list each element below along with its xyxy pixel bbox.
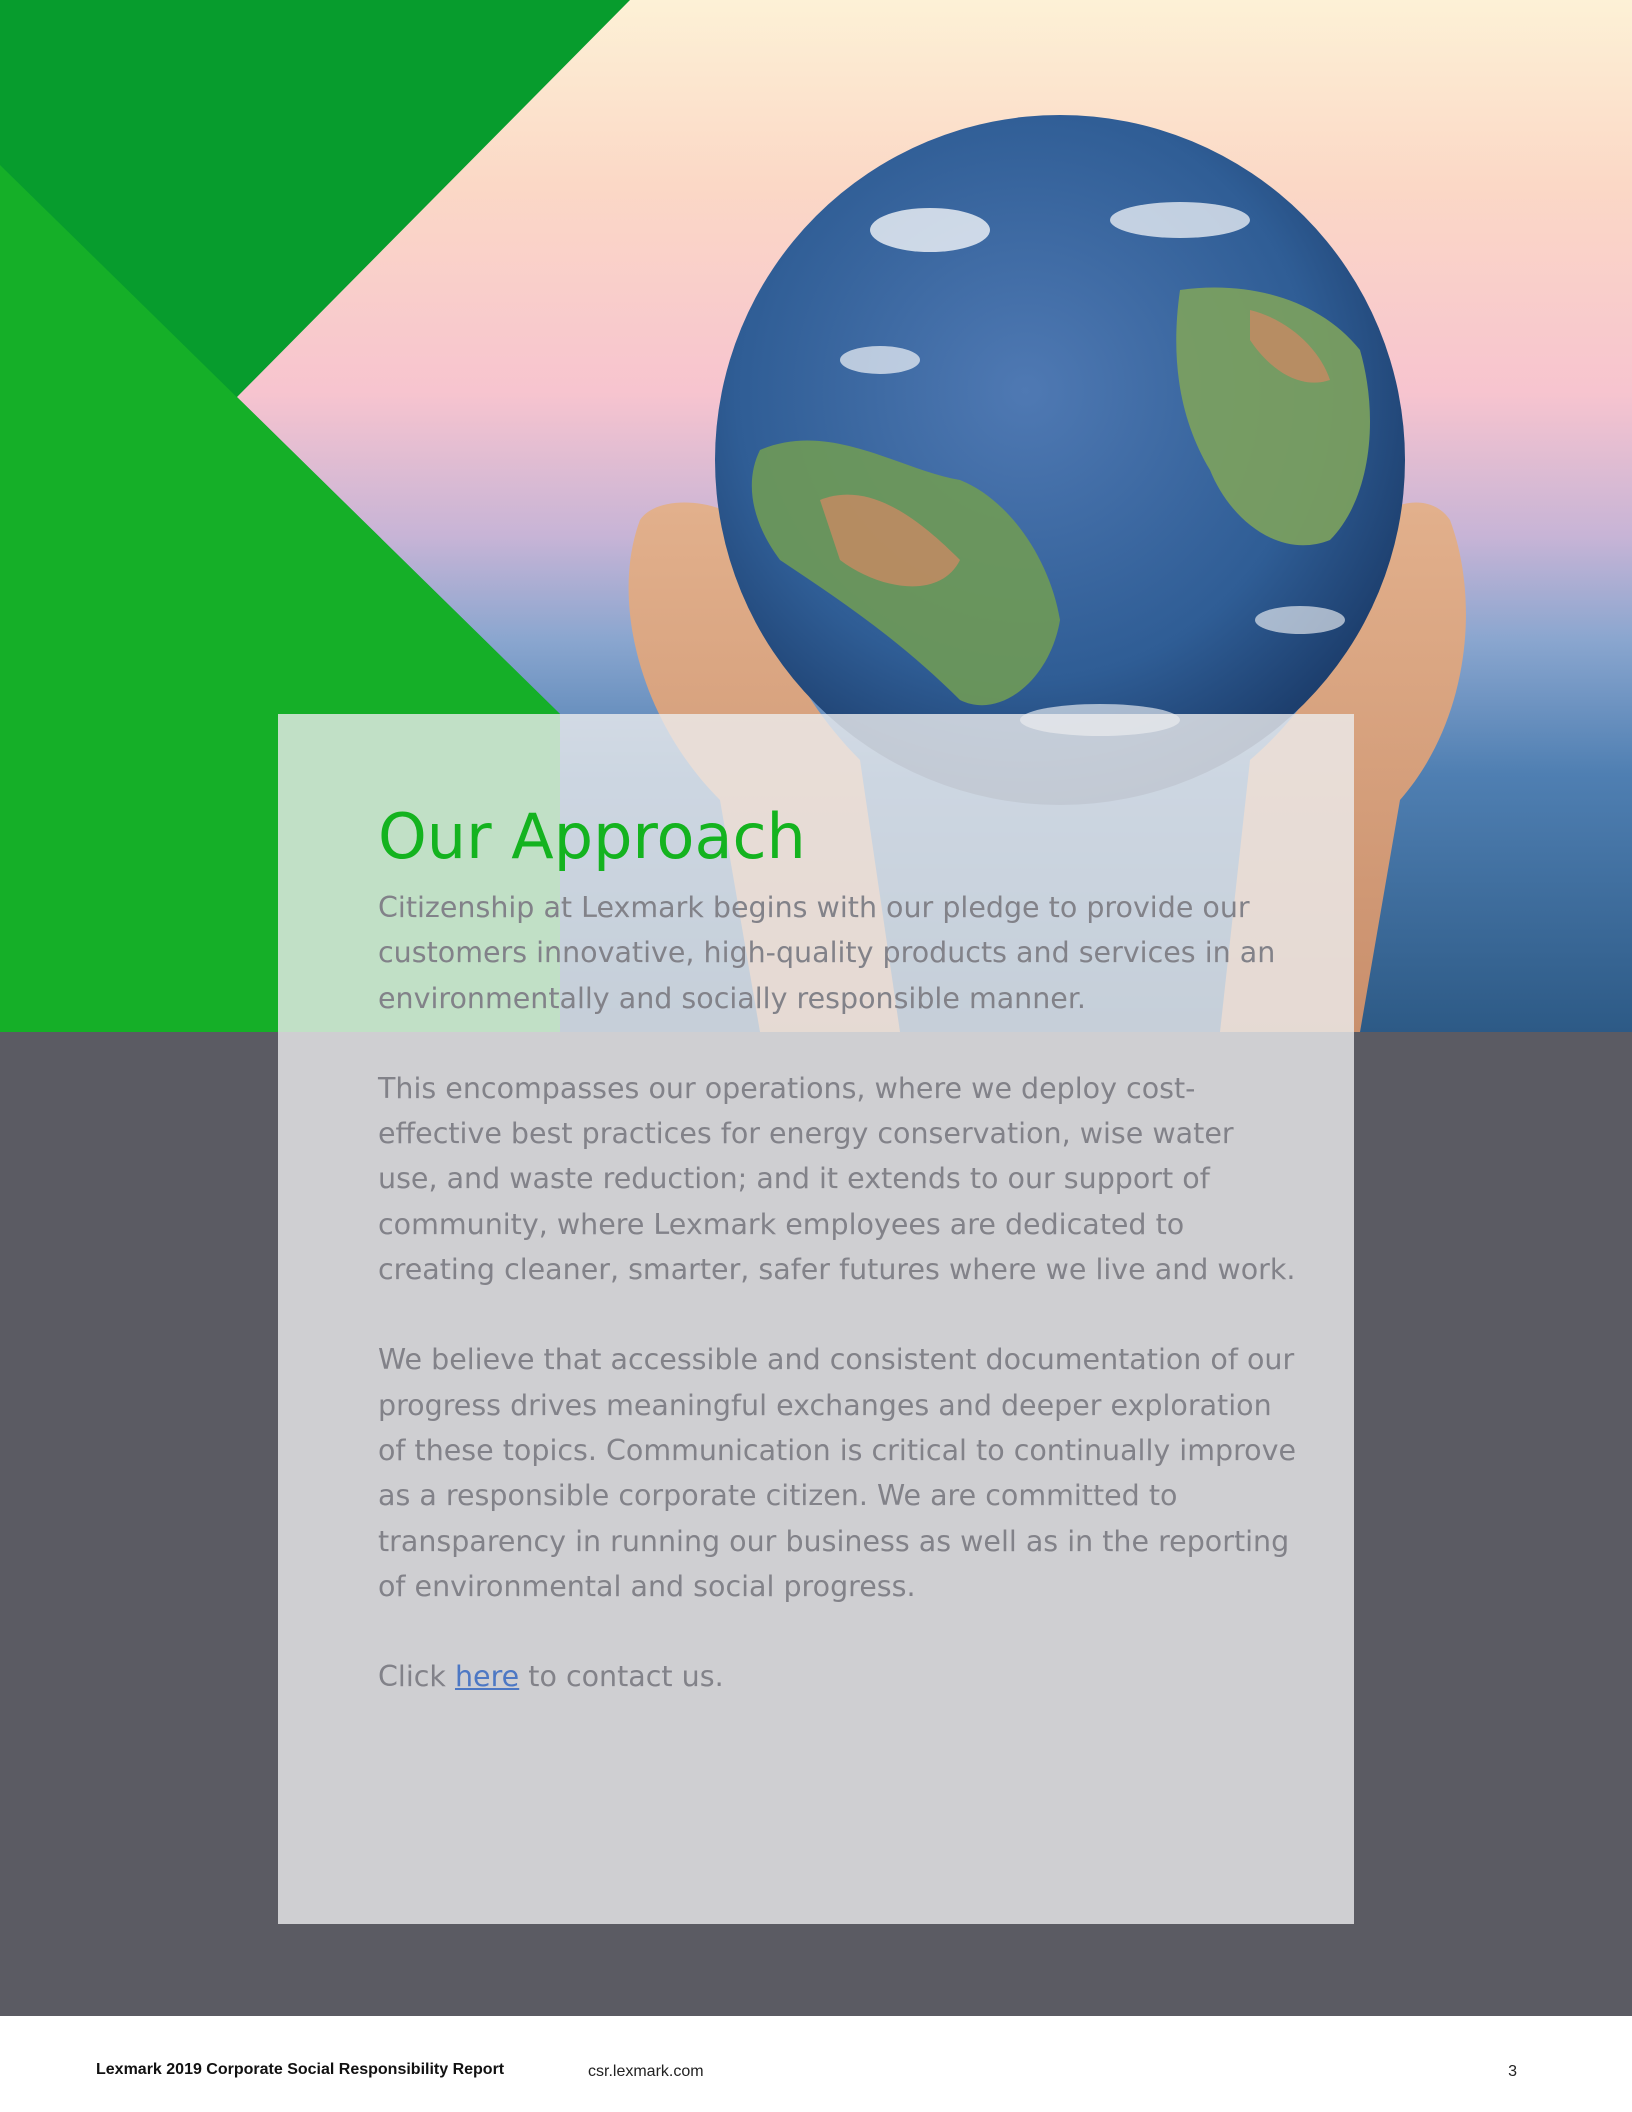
contact-suffix: to contact us. [519, 1660, 724, 1694]
card-body: Our Approach Citizenship at Lexmark begi… [378, 799, 1298, 1744]
contact-prefix: Click [378, 1660, 455, 1694]
contact-link[interactable]: here [455, 1660, 519, 1693]
paragraph-operations: This encompasses our operations, where w… [378, 1071, 1296, 1287]
paragraph-citizenship: Citizenship at Lexmark begins with our p… [378, 891, 1276, 1015]
page-footer: Lexmark 2019 Corporate Social Responsibi… [0, 2016, 1632, 2112]
footer-url[interactable]: csr.lexmark.com [588, 2063, 704, 2081]
paragraph-transparency: We believe that accessible and consisten… [378, 1343, 1297, 1603]
footer-report-title: Lexmark 2019 Corporate Social Responsibi… [96, 2061, 505, 2078]
contact-line: Click here to contact us. [378, 1654, 1298, 1699]
content-card: Our Approach Citizenship at Lexmark begi… [278, 714, 1354, 1924]
page-title: Our Approach [378, 800, 806, 873]
globe-illustration [715, 115, 1405, 805]
page-number: 3 [1508, 2063, 1517, 2080]
